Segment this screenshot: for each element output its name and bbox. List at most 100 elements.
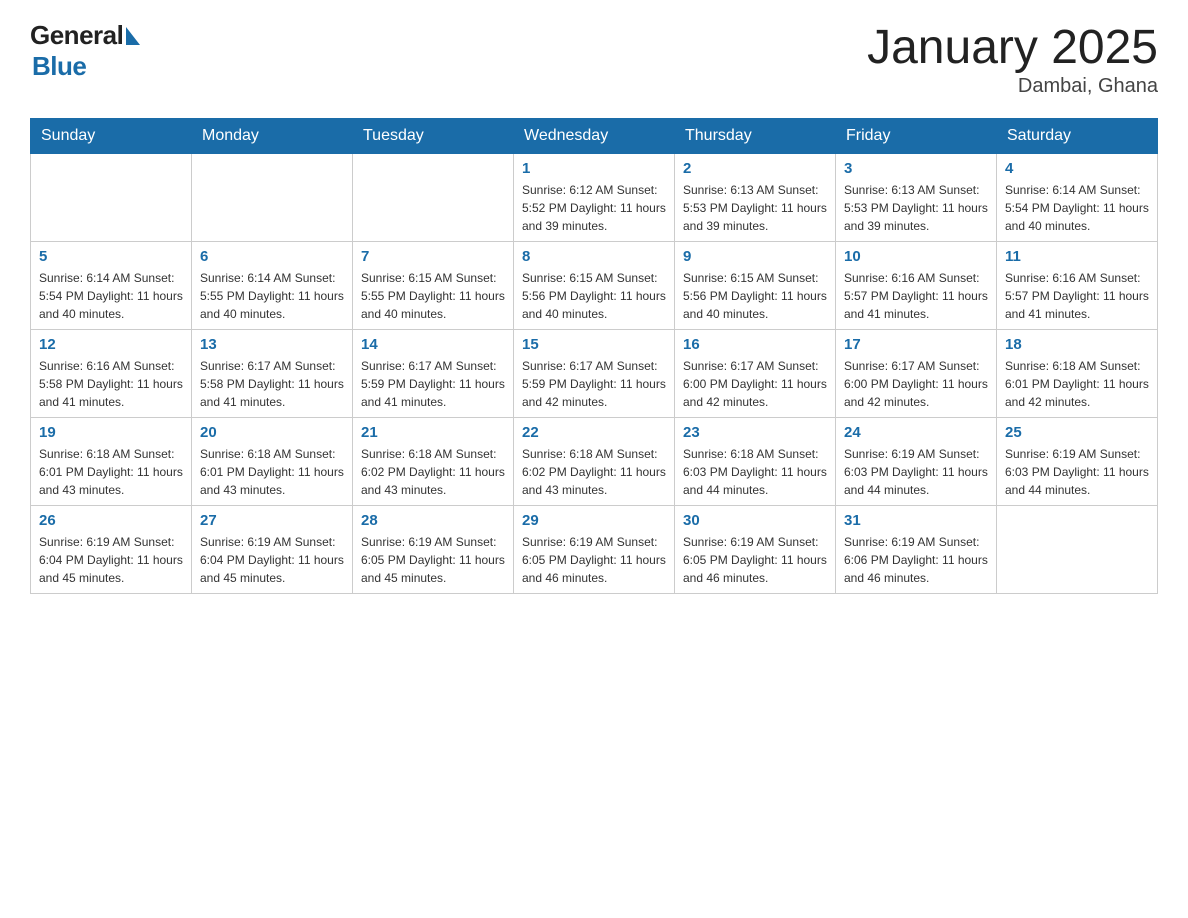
day-info: Sunrise: 6:15 AM Sunset: 5:56 PM Dayligh…: [522, 269, 666, 323]
day-number: 26: [39, 512, 183, 529]
day-number: 4: [1005, 160, 1149, 177]
day-number: 9: [683, 248, 827, 265]
day-info: Sunrise: 6:19 AM Sunset: 6:05 PM Dayligh…: [683, 533, 827, 587]
calendar-week-row: 1 Sunrise: 6:12 AM Sunset: 5:52 PM Daylig…: [31, 154, 1158, 242]
day-info: Sunrise: 6:19 AM Sunset: 6:05 PM Dayligh…: [522, 533, 666, 587]
day-number: 7: [361, 248, 505, 265]
calendar-cell: 20Sunrise: 6:18 AM Sunset: 6:01 PM Dayli…: [192, 418, 353, 506]
calendar-cell: 6 Sunrise: 6:14 AM Sunset: 5:55 PM Daylig…: [192, 242, 353, 330]
day-info: Sunrise: 6:13 AM Sunset: 5:53 PM Dayligh…: [844, 181, 988, 235]
calendar-cell: [353, 154, 514, 242]
day-info: Sunrise: 6:17 AM Sunset: 5:59 PM Dayligh…: [522, 357, 666, 411]
day-number: 1: [522, 160, 666, 177]
calendar-title: January 2025: [867, 20, 1158, 75]
calendar-cell: 22Sunrise: 6:18 AM Sunset: 6:02 PM Dayli…: [514, 418, 675, 506]
day-info: Sunrise: 6:18 AM Sunset: 6:02 PM Dayligh…: [361, 445, 505, 499]
day-info: Sunrise: 6:17 AM Sunset: 5:59 PM Dayligh…: [361, 357, 505, 411]
calendar-cell: 29 Sunrise: 6:19 AM Sunset: 6:05 PM Dayli…: [514, 506, 675, 594]
calendar-cell: 27Sunrise: 6:19 AM Sunset: 6:04 PM Dayli…: [192, 506, 353, 594]
weekday-header-friday: Friday: [836, 119, 997, 154]
calendar-week-row: 5Sunrise: 6:14 AM Sunset: 5:54 PM Daylig…: [31, 242, 1158, 330]
day-number: 27: [200, 512, 344, 529]
day-info: Sunrise: 6:17 AM Sunset: 5:58 PM Dayligh…: [200, 357, 344, 411]
day-info: Sunrise: 6:19 AM Sunset: 6:03 PM Dayligh…: [1005, 445, 1149, 499]
logo-triangle-icon: [126, 27, 140, 45]
calendar-cell: 26Sunrise: 6:19 AM Sunset: 6:04 PM Dayli…: [31, 506, 192, 594]
calendar-cell: 9 Sunrise: 6:15 AM Sunset: 5:56 PM Daylig…: [675, 242, 836, 330]
calendar-cell: 19 Sunrise: 6:18 AM Sunset: 6:01 PM Dayli…: [31, 418, 192, 506]
logo-general-text: General: [30, 20, 123, 51]
calendar-week-row: 26Sunrise: 6:19 AM Sunset: 6:04 PM Dayli…: [31, 506, 1158, 594]
weekday-header-saturday: Saturday: [997, 119, 1158, 154]
calendar-cell: 1 Sunrise: 6:12 AM Sunset: 5:52 PM Daylig…: [514, 154, 675, 242]
calendar-cell: 25 Sunrise: 6:19 AM Sunset: 6:03 PM Dayli…: [997, 418, 1158, 506]
day-info: Sunrise: 6:17 AM Sunset: 6:00 PM Dayligh…: [844, 357, 988, 411]
day-info: Sunrise: 6:18 AM Sunset: 6:02 PM Dayligh…: [522, 445, 666, 499]
calendar-cell: [31, 154, 192, 242]
page-header: General Blue January 2025 Dambai, Ghana: [30, 20, 1158, 98]
day-number: 20: [200, 424, 344, 441]
day-info: Sunrise: 6:19 AM Sunset: 6:05 PM Dayligh…: [361, 533, 505, 587]
calendar-cell: 21 Sunrise: 6:18 AM Sunset: 6:02 PM Dayli…: [353, 418, 514, 506]
calendar-cell: 31Sunrise: 6:19 AM Sunset: 6:06 PM Dayli…: [836, 506, 997, 594]
day-info: Sunrise: 6:16 AM Sunset: 5:58 PM Dayligh…: [39, 357, 183, 411]
day-number: 17: [844, 336, 988, 353]
day-number: 23: [683, 424, 827, 441]
day-info: Sunrise: 6:15 AM Sunset: 5:56 PM Dayligh…: [683, 269, 827, 323]
day-info: Sunrise: 6:18 AM Sunset: 6:01 PM Dayligh…: [39, 445, 183, 499]
logo-blue-text: Blue: [32, 51, 86, 81]
calendar-cell: 14 Sunrise: 6:17 AM Sunset: 5:59 PM Dayli…: [353, 330, 514, 418]
day-info: Sunrise: 6:17 AM Sunset: 6:00 PM Dayligh…: [683, 357, 827, 411]
day-info: Sunrise: 6:18 AM Sunset: 6:03 PM Dayligh…: [683, 445, 827, 499]
day-number: 31: [844, 512, 988, 529]
day-info: Sunrise: 6:16 AM Sunset: 5:57 PM Dayligh…: [1005, 269, 1149, 323]
day-number: 24: [844, 424, 988, 441]
calendar-cell: 16 Sunrise: 6:17 AM Sunset: 6:00 PM Dayli…: [675, 330, 836, 418]
day-number: 16: [683, 336, 827, 353]
calendar-cell: 17 Sunrise: 6:17 AM Sunset: 6:00 PM Dayli…: [836, 330, 997, 418]
day-number: 12: [39, 336, 183, 353]
logo: General Blue: [30, 20, 140, 82]
day-info: Sunrise: 6:18 AM Sunset: 6:01 PM Dayligh…: [1005, 357, 1149, 411]
day-number: 21: [361, 424, 505, 441]
calendar-header-row: SundayMondayTuesdayWednesdayThursdayFrid…: [31, 119, 1158, 154]
weekday-header-wednesday: Wednesday: [514, 119, 675, 154]
calendar-cell: 5Sunrise: 6:14 AM Sunset: 5:54 PM Daylig…: [31, 242, 192, 330]
day-number: 29: [522, 512, 666, 529]
day-number: 2: [683, 160, 827, 177]
calendar-cell: [192, 154, 353, 242]
day-number: 10: [844, 248, 988, 265]
calendar-week-row: 12 Sunrise: 6:16 AM Sunset: 5:58 PM Dayli…: [31, 330, 1158, 418]
day-number: 13: [200, 336, 344, 353]
weekday-header-sunday: Sunday: [31, 119, 192, 154]
weekday-header-thursday: Thursday: [675, 119, 836, 154]
weekday-header-tuesday: Tuesday: [353, 119, 514, 154]
calendar-cell: 24 Sunrise: 6:19 AM Sunset: 6:03 PM Dayli…: [836, 418, 997, 506]
day-number: 6: [200, 248, 344, 265]
calendar-cell: 10 Sunrise: 6:16 AM Sunset: 5:57 PM Dayli…: [836, 242, 997, 330]
calendar-cell: 13 Sunrise: 6:17 AM Sunset: 5:58 PM Dayli…: [192, 330, 353, 418]
day-number: 8: [522, 248, 666, 265]
day-number: 25: [1005, 424, 1149, 441]
day-info: Sunrise: 6:14 AM Sunset: 5:54 PM Dayligh…: [39, 269, 183, 323]
day-info: Sunrise: 6:13 AM Sunset: 5:53 PM Dayligh…: [683, 181, 827, 235]
day-info: Sunrise: 6:14 AM Sunset: 5:54 PM Dayligh…: [1005, 181, 1149, 235]
day-info: Sunrise: 6:19 AM Sunset: 6:03 PM Dayligh…: [844, 445, 988, 499]
day-info: Sunrise: 6:16 AM Sunset: 5:57 PM Dayligh…: [844, 269, 988, 323]
day-info: Sunrise: 6:15 AM Sunset: 5:55 PM Dayligh…: [361, 269, 505, 323]
calendar-cell: 2 Sunrise: 6:13 AM Sunset: 5:53 PM Daylig…: [675, 154, 836, 242]
day-info: Sunrise: 6:14 AM Sunset: 5:55 PM Dayligh…: [200, 269, 344, 323]
day-number: 11: [1005, 248, 1149, 265]
calendar-cell: [997, 506, 1158, 594]
weekday-header-monday: Monday: [192, 119, 353, 154]
calendar-week-row: 19 Sunrise: 6:18 AM Sunset: 6:01 PM Dayli…: [31, 418, 1158, 506]
calendar-cell: 23 Sunrise: 6:18 AM Sunset: 6:03 PM Dayli…: [675, 418, 836, 506]
calendar-cell: 12 Sunrise: 6:16 AM Sunset: 5:58 PM Dayli…: [31, 330, 192, 418]
day-number: 14: [361, 336, 505, 353]
calendar-table: SundayMondayTuesdayWednesdayThursdayFrid…: [30, 118, 1158, 594]
day-number: 19: [39, 424, 183, 441]
day-info: Sunrise: 6:12 AM Sunset: 5:52 PM Dayligh…: [522, 181, 666, 235]
day-number: 15: [522, 336, 666, 353]
calendar-cell: 8 Sunrise: 6:15 AM Sunset: 5:56 PM Daylig…: [514, 242, 675, 330]
day-number: 28: [361, 512, 505, 529]
